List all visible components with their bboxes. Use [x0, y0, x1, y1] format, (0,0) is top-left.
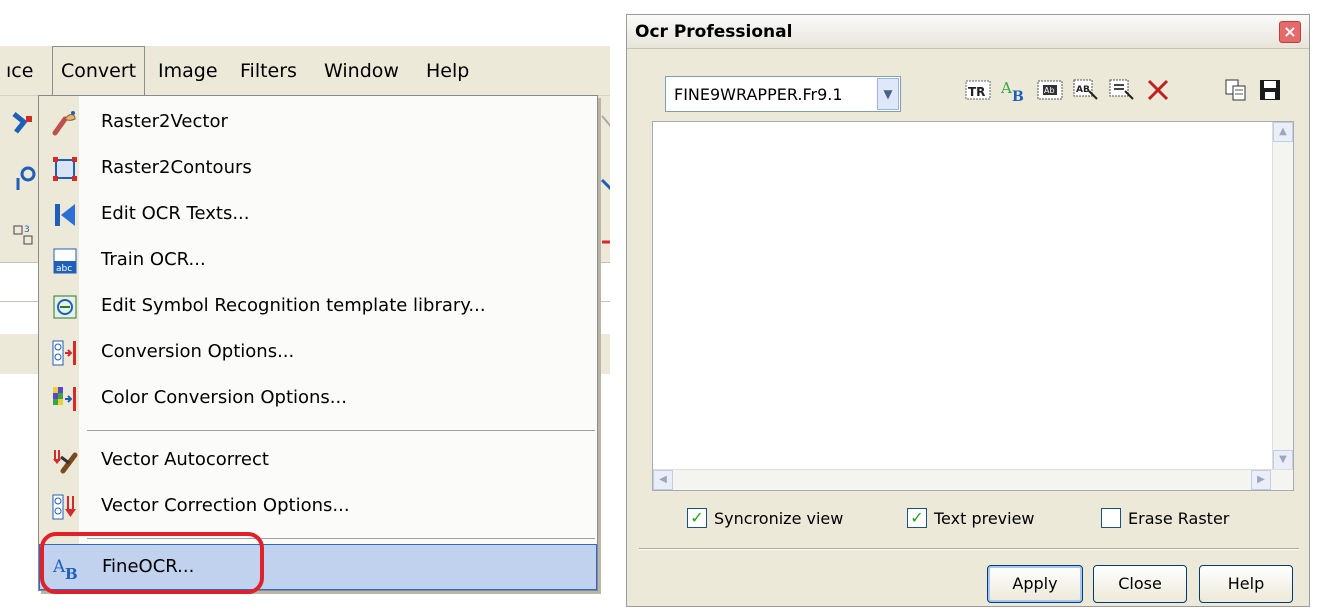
svg-text:3: 3 [24, 225, 30, 235]
menu-item-raster2vector[interactable]: Raster2Vector [39, 100, 597, 146]
scroll-up-icon[interactable]: ▲ [1273, 122, 1293, 142]
chevron-down-icon[interactable]: ▼ [877, 78, 899, 110]
symbol-library-icon [53, 295, 77, 319]
dialog-title: Ocr Professional [635, 22, 793, 42]
menu-item-color-conversion-options[interactable]: Color Conversion Options... [39, 376, 597, 422]
menu-item-symbol-library[interactable]: Edit Symbol Recognition template library… [39, 284, 597, 330]
svg-text:Ab: Ab [1044, 86, 1055, 95]
menubar: ıce Convert Image Filters Window Help [0, 46, 610, 96]
engine-select-value: FINE9WRAPPER.Fr9.1 [674, 85, 843, 104]
checkbox-empty[interactable] [1101, 508, 1121, 528]
delete-icon[interactable] [1145, 77, 1171, 103]
edit-ocr-icon [55, 204, 75, 226]
vertical-scrollbar[interactable]: ▲ ▼ [1272, 122, 1293, 470]
menubar-item-window[interactable]: Window [316, 46, 407, 96]
dialog-titlebar: Ocr Professional × [627, 15, 1309, 49]
vector-autocorrect-icon [53, 450, 78, 474]
menubar-item-convert[interactable]: Convert [52, 46, 146, 96]
menu-item-vector-autocorrect[interactable]: Vector Autocorrect [39, 438, 597, 484]
toolbar-node-icon[interactable] [8, 162, 42, 194]
close-button[interactable]: Close [1093, 565, 1187, 603]
tr-icon[interactable]: TR [965, 77, 991, 103]
menu-item-train-ocr[interactable]: abc Train OCR... [39, 238, 597, 284]
close-icon[interactable]: × [1279, 21, 1301, 43]
checkmark-icon[interactable]: ✓ [907, 508, 927, 528]
train-ocr-icon: abc [53, 248, 77, 274]
font-ab-icon[interactable]: A B [1001, 77, 1027, 103]
select-region-icon[interactable] [1109, 77, 1135, 103]
menubar-item-help[interactable]: Help [418, 46, 477, 96]
copy-icon[interactable] [1223, 77, 1249, 103]
help-button[interactable]: Help [1199, 565, 1293, 603]
svg-text:AB: AB [1076, 85, 1090, 95]
menu-item-edit-ocr-texts[interactable]: Edit OCR Texts... [39, 192, 597, 238]
fineocr-highlight-annotation [40, 532, 264, 594]
menubar-item-partial[interactable]: ıce [0, 46, 41, 96]
svg-text:abc: abc [56, 264, 72, 274]
svg-text:TR: TR [968, 85, 985, 99]
svg-text:B: B [1012, 89, 1024, 103]
toolbar-edge-icon [601, 115, 610, 127]
apply-button[interactable]: Apply [987, 565, 1083, 603]
menu-item-vector-correction-options[interactable]: Vector Correction Options... [39, 484, 597, 530]
dialog-divider [639, 548, 1299, 550]
convert-menu: Raster2Vector Raster2Contours Edit OCR T… [38, 95, 598, 591]
menubar-item-image[interactable]: Image [150, 46, 226, 96]
toolbar-arrow-icon [600, 178, 610, 191]
menu-item-raster2contours[interactable]: Raster2Contours [39, 146, 597, 192]
color-conversion-icon [53, 387, 76, 411]
raster2vector-icon [52, 111, 76, 136]
menu-separator [87, 430, 595, 431]
raster2contours-icon [53, 157, 77, 181]
checkmark-icon[interactable]: ✓ [687, 508, 707, 528]
ocr-professional-dialog: Ocr Professional × FINE9WRAPPER.Fr9.1 ▼ … [626, 14, 1310, 607]
save-icon[interactable] [1257, 77, 1283, 103]
toolbar-red-arrow-icon [602, 240, 610, 244]
text-block-icon[interactable]: Ab [1037, 77, 1063, 103]
horizontal-scrollbar[interactable]: ◀ ▶ [653, 469, 1293, 490]
svg-text:A: A [1001, 79, 1012, 97]
ocr-text-preview[interactable]: ▲ ▼ ◀ ▶ [652, 121, 1294, 491]
scroll-right-icon[interactable]: ▶ [1251, 470, 1271, 490]
toolbar-vector-icon[interactable] [8, 108, 42, 140]
conversion-options-icon [52, 340, 76, 366]
menubar-item-filters[interactable]: Filters [232, 46, 305, 96]
menu-item-conversion-options[interactable]: Conversion Options... [39, 330, 597, 376]
toolbar-grid-icon[interactable]: 3 [8, 220, 42, 252]
menu-screenshot: ıce Convert Image Filters Window Help 3 [0, 0, 610, 607]
scroll-down-icon[interactable]: ▼ [1273, 450, 1293, 470]
recognize-icon[interactable]: AB [1073, 77, 1099, 103]
vector-correction-icon [52, 494, 76, 520]
scroll-left-icon[interactable]: ◀ [653, 470, 673, 490]
engine-select[interactable]: FINE9WRAPPER.Fr9.1 ▼ [665, 76, 901, 112]
screenshot-root: ıce Convert Image Filters Window Help 3 [0, 0, 1322, 607]
